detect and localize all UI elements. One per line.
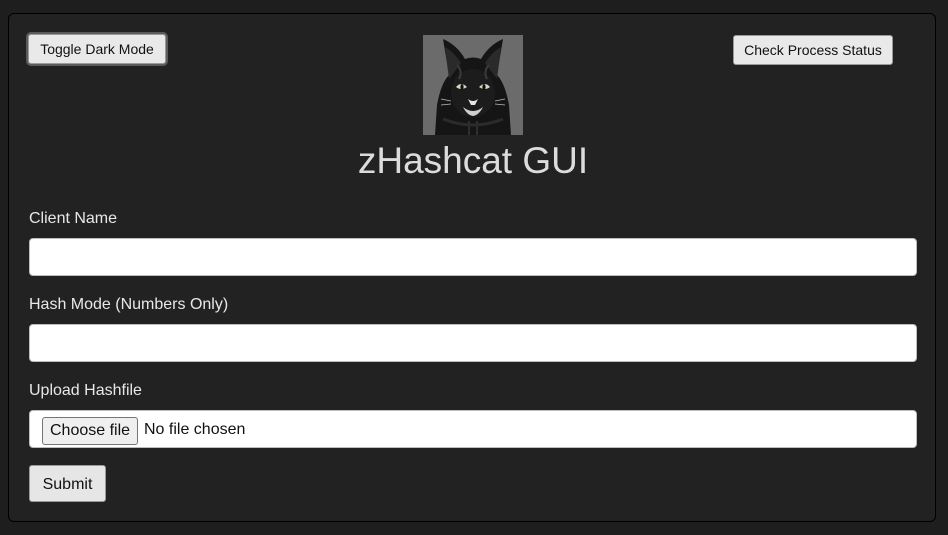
- cat-logo-graphic: [423, 35, 523, 135]
- client-name-input[interactable]: [29, 238, 917, 276]
- cat-hoodie-logo-icon: [423, 35, 523, 135]
- upload-hashfile-label: Upload Hashfile: [29, 382, 142, 399]
- client-name-label: Client Name: [29, 210, 118, 227]
- check-process-status-button[interactable]: Check Process Status: [733, 35, 893, 65]
- hash-mode-input[interactable]: [29, 324, 917, 362]
- submit-button[interactable]: Submit: [29, 465, 106, 502]
- hash-mode-label: Hash Mode (Numbers Only): [29, 296, 229, 313]
- file-chosen-status: No file chosen: [144, 421, 246, 438]
- choose-file-button[interactable]: Choose file: [42, 417, 139, 445]
- toggle-dark-mode-button[interactable]: Toggle Dark Mode: [28, 34, 166, 64]
- page-title: zHashcat GUI: [357, 140, 589, 181]
- main-panel: Toggle Dark Mode Check Process Status zH…: [8, 13, 936, 522]
- hashfile-upload-field[interactable]: Choose file No file chosen: [29, 410, 917, 448]
